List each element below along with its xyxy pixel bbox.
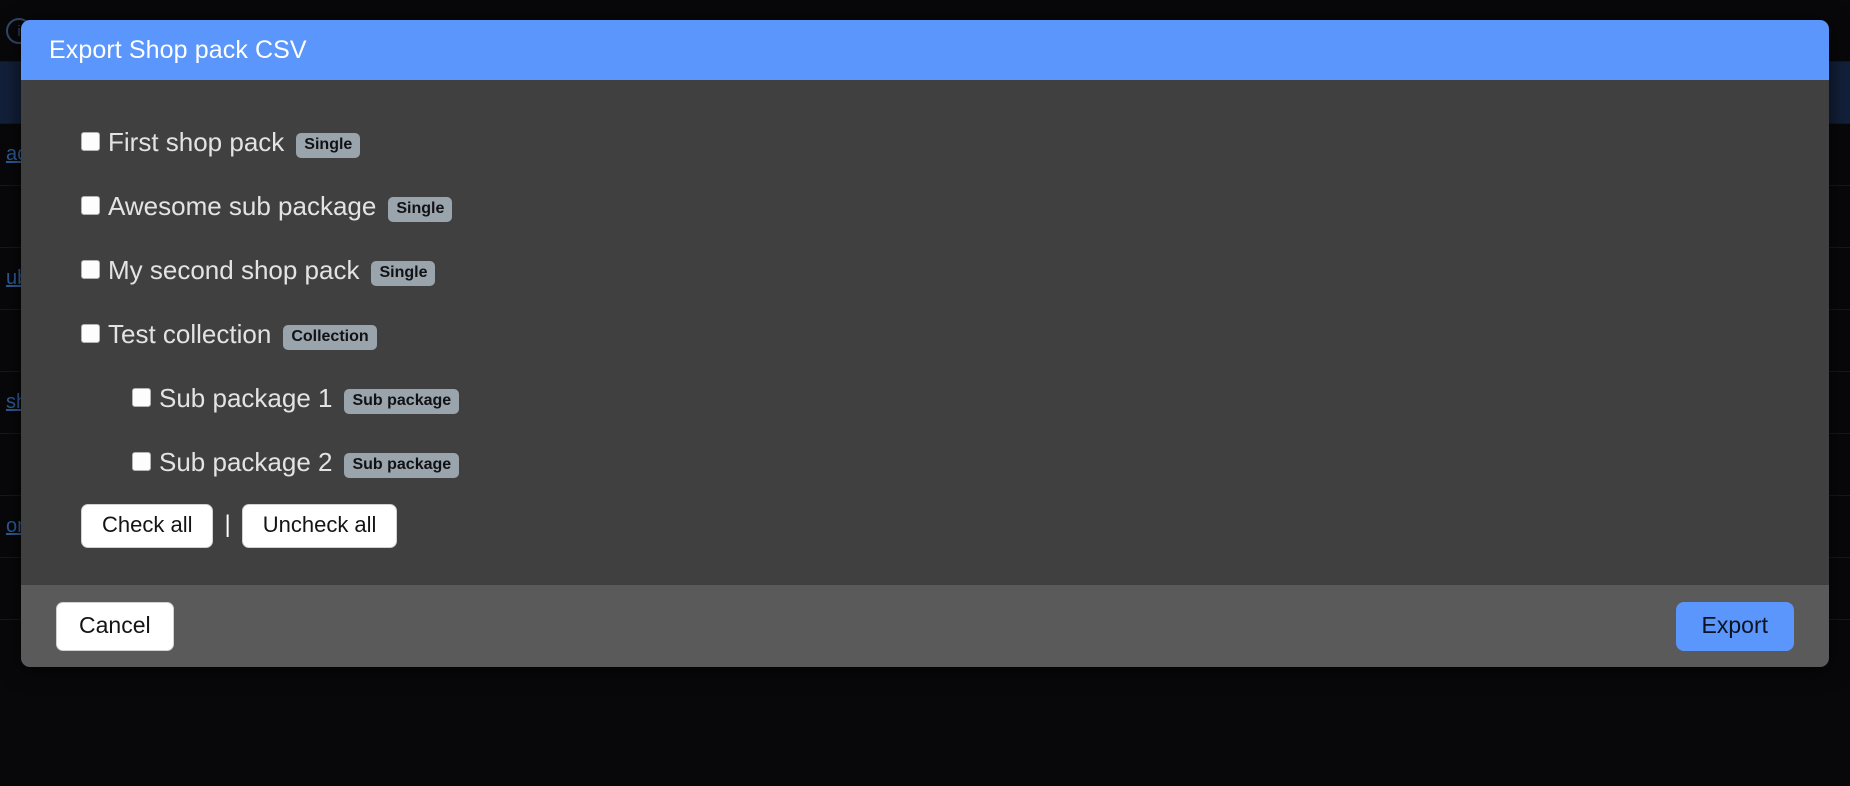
status-badge: Single [371, 260, 436, 286]
cancel-button[interactable]: Cancel [56, 601, 174, 651]
list-item[interactable]: Test collection Collection [21, 302, 1829, 366]
list-item[interactable]: Awesome sub package Single [21, 174, 1829, 238]
pack-label: Sub package 1 [159, 382, 333, 413]
uncheck-all-button[interactable]: Uncheck all [241, 504, 398, 548]
list-item[interactable]: Sub package 1 Sub package [21, 366, 1829, 430]
shop-pack-checkbox-list: First shop pack Single Awesome sub package… [21, 110, 1829, 494]
pack-checkbox[interactable] [81, 195, 100, 215]
status-badge: Sub package [344, 452, 460, 478]
status-badge: Sub package [344, 388, 460, 414]
status-badge: Collection [283, 324, 377, 350]
pack-checkbox[interactable] [81, 323, 100, 343]
export-shop-pack-dialog: Export Shop pack CSV First shop pack Sing… [21, 20, 1829, 667]
check-all-button[interactable]: Check all [81, 504, 214, 548]
list-item[interactable]: First shop pack Single [21, 110, 1829, 174]
bulk-action-separator: | [224, 511, 231, 538]
pack-checkbox[interactable] [81, 131, 100, 151]
pack-label: Test collection [108, 318, 272, 349]
page-title: Export Shop pack CSV [49, 35, 307, 64]
list-item[interactable]: My second shop pack Single [21, 238, 1829, 302]
pack-label: First shop pack [108, 126, 285, 157]
dialog-header: Export Shop pack CSV [21, 20, 1829, 80]
status-badge: Single [388, 196, 453, 222]
pack-label: Awesome sub package [108, 190, 377, 221]
dialog-body: First shop pack Single Awesome sub package… [21, 80, 1829, 585]
pack-label: My second shop pack [108, 254, 360, 285]
status-badge: Single [296, 132, 361, 158]
pack-label: Sub package 2 [159, 446, 333, 477]
pack-checkbox[interactable] [81, 259, 100, 279]
bulk-action-bar: Check all | Uncheck all [21, 504, 1829, 548]
dialog-footer: Cancel Export [21, 585, 1829, 667]
pack-checkbox[interactable] [132, 387, 151, 407]
pack-checkbox[interactable] [132, 451, 151, 471]
list-item[interactable]: Sub package 2 Sub package [21, 430, 1829, 494]
export-button[interactable]: Export [1675, 601, 1794, 651]
